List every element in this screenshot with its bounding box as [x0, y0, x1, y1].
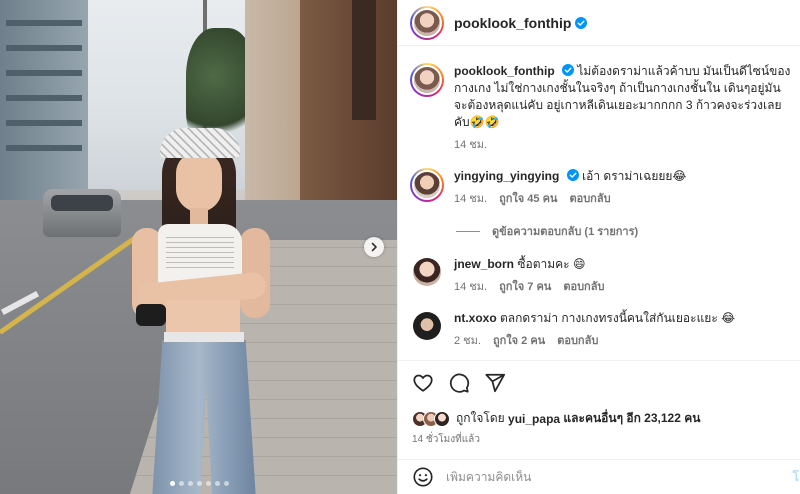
author-avatar[interactable] [410, 5, 444, 40]
carousel-dot [170, 481, 175, 486]
commenter-avatar[interactable] [410, 310, 444, 344]
reply-button[interactable]: ตอบกลับ [557, 333, 598, 350]
photo-person [128, 128, 278, 494]
commenter-avatar[interactable] [410, 256, 444, 290]
heart-icon[interactable] [412, 372, 434, 394]
photo-car [43, 189, 121, 237]
next-slide-button[interactable] [364, 237, 384, 257]
instagram-post-modal: pooklook_fonthip pooklook_fonthip ไม่ต้อ… [0, 0, 800, 494]
carousel-dot [206, 481, 211, 486]
carousel-dot [215, 481, 220, 486]
comment-body: pooklook_fonthip ไม่ต้องดราม่าแล้วค้าบบ … [454, 63, 793, 154]
comment-time[interactable]: 14 ชม. [454, 137, 487, 154]
commenter-username[interactable]: nt.xoxo [454, 311, 497, 325]
comment-likes[interactable]: ถูกใจ 2 คน [493, 333, 545, 350]
commenter-avatar[interactable] [410, 63, 444, 97]
post-header: pooklook_fonthip [398, 0, 800, 46]
comment-item: nt.xoxo ตลกดราม่า กางเกงทรงนี้คนใส่กันเย… [410, 310, 793, 350]
comment-meta: 14 ชม. [454, 137, 793, 154]
comment-meta: 14 ชม. ถูกใจ 45 คน ตอบกลับ [454, 191, 793, 208]
comment-meta: 2 ชม. ถูกใจ 2 คน ตอบกลับ [454, 333, 793, 350]
comment-meta: 14 ชม. ถูกใจ 7 คน ตอบกลับ [454, 279, 793, 296]
comment-list[interactable]: pooklook_fonthip ไม่ต้องดราม่าแล้วค้าบบ … [398, 47, 800, 360]
verified-icon [566, 169, 579, 181]
comment-item: yingying_yingying เอ้า ดราม่าเฉยยย😂 14 ช… [410, 168, 793, 208]
commenter-username[interactable]: jnew_born [454, 257, 514, 271]
liker-avatars [412, 410, 450, 427]
carousel-dot [179, 481, 184, 486]
liked-by-user[interactable]: yui_papa [508, 412, 560, 426]
view-replies-button[interactable]: ดูข้อความตอบกลับ (1 รายการ) [456, 222, 793, 240]
comment-time[interactable]: 14 ชม. [454, 279, 487, 296]
photo-building-left [0, 0, 88, 215]
liked-by-prefix: ถูกใจโดย [456, 411, 505, 425]
verified-icon [562, 64, 574, 76]
person-face [176, 152, 222, 212]
carousel-dot [188, 481, 193, 486]
carousel-indicator [170, 481, 229, 486]
comment-icon[interactable] [448, 372, 470, 394]
author-username[interactable]: pooklook_fonthip [454, 15, 571, 31]
person-jeans [152, 340, 256, 494]
liker-avatar [434, 410, 450, 427]
comment-text: เอ้า ดราม่าเฉยยย😂 [582, 169, 687, 183]
post-comment-button[interactable]: โ [793, 468, 799, 487]
post-actions: ถูกใจโดย yui_papa และคนอื่นๆ อีก 23,122 … [398, 360, 800, 447]
view-replies-label: ดูข้อความตอบกลับ (1 รายการ) [492, 226, 639, 238]
comment-text: ตลกดราม่า กางเกงทรงนี้คนใส่กันเยอะแยะ 😂 [500, 311, 736, 325]
person-bag [136, 304, 166, 326]
post-side-panel: pooklook_fonthip pooklook_fonthip ไม่ต้อ… [397, 0, 800, 494]
comment-input[interactable] [446, 470, 776, 484]
comment-body: nt.xoxo ตลกดราม่า กางเกงทรงนี้คนใส่กันเย… [454, 310, 793, 350]
top-print [166, 234, 234, 272]
share-icon[interactable] [484, 372, 506, 394]
emoji-icon[interactable] [412, 466, 434, 488]
commenter-avatar[interactable] [410, 168, 444, 202]
post-photo[interactable] [0, 0, 397, 494]
action-icons [412, 371, 789, 395]
photo-shop-sign [352, 0, 376, 120]
comment-text: ซื้อตามคะ 😄 [517, 257, 586, 271]
comment-item: jnew_born ซื้อตามคะ 😄 14 ชม. ถูกใจ 7 คน … [410, 256, 793, 296]
comment-time[interactable]: 2 ชม. [454, 333, 481, 350]
commenter-username[interactable]: yingying_yingying [454, 169, 559, 183]
commenter-username[interactable]: pooklook_fonthip [454, 64, 555, 78]
person-bandana [160, 128, 240, 158]
reply-button[interactable]: ตอบกลับ [563, 279, 604, 296]
comment-likes[interactable]: ถูกใจ 45 คน [499, 191, 557, 208]
verified-icon [575, 16, 588, 29]
add-comment-bar: โ [398, 459, 800, 494]
caption-comment: pooklook_fonthip ไม่ต้องดราม่าแล้วค้าบบ … [410, 63, 793, 154]
posted-ago[interactable]: 14 ชั่วโมงที่แล้ว [412, 432, 789, 447]
comment-body: yingying_yingying เอ้า ดราม่าเฉยยย😂 14 ช… [454, 168, 793, 208]
liked-by-others[interactable]: และคนอื่นๆ อีก 23,122 คน [563, 409, 700, 428]
reply-button[interactable]: ตอบกลับ [569, 191, 610, 208]
chevron-right-icon [371, 242, 377, 252]
comment-likes[interactable]: ถูกใจ 7 คน [499, 279, 551, 296]
comment-time[interactable]: 14 ชม. [454, 191, 487, 208]
divider [456, 230, 480, 232]
likes-summary[interactable]: ถูกใจโดย yui_papa และคนอื่นๆ อีก 23,122 … [412, 409, 789, 428]
person-waistband [164, 332, 244, 342]
comment-body: jnew_born ซื้อตามคะ 😄 14 ชม. ถูกใจ 7 คน … [454, 256, 793, 296]
carousel-dot [224, 481, 229, 486]
carousel-dot [197, 481, 202, 486]
